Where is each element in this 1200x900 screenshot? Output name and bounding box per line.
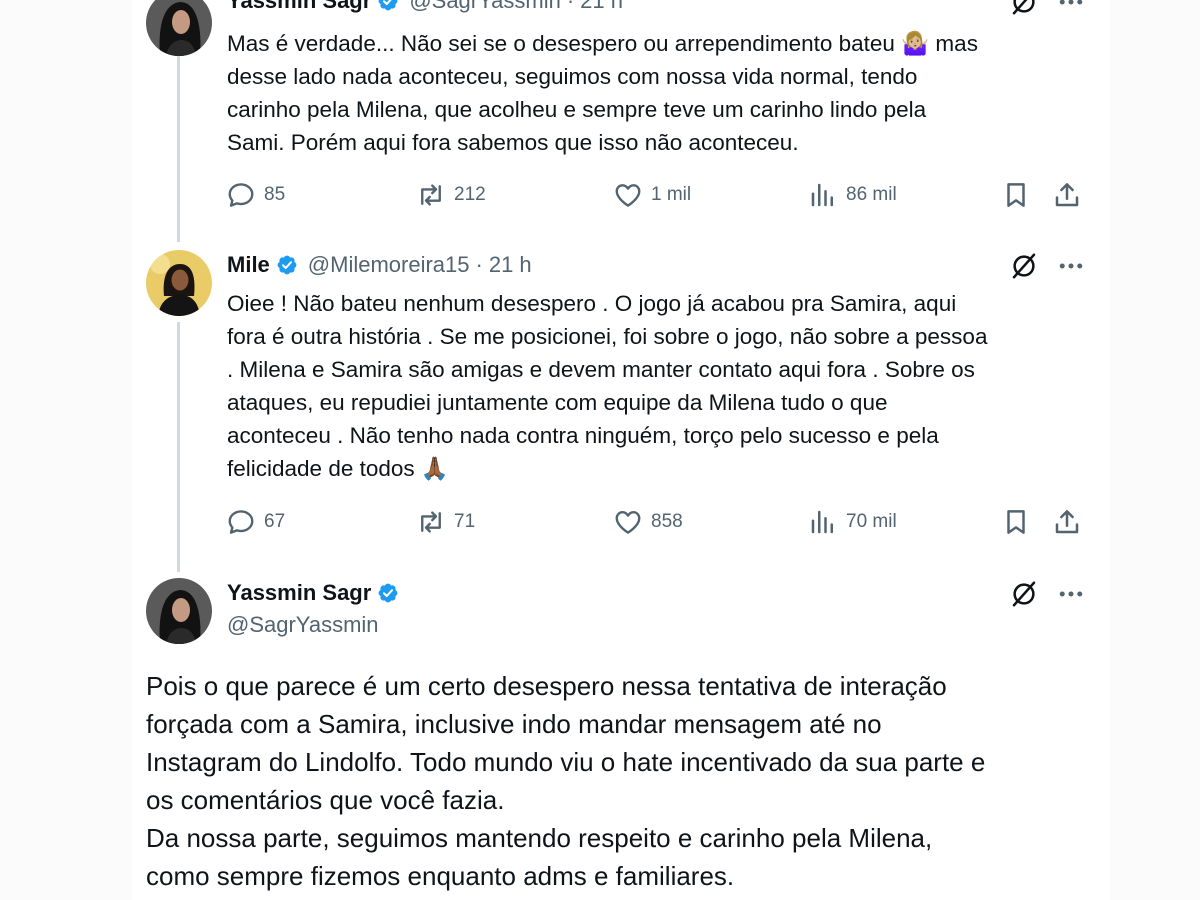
like-button[interactable]: 1 mil	[613, 180, 691, 210]
grok-icon[interactable]	[1009, 579, 1039, 609]
user-handle[interactable]: @Milemoreira15	[308, 252, 470, 278]
reply-count: 67	[264, 511, 286, 532]
reply-icon	[226, 180, 256, 210]
tweet-header: Mile @Milemoreira15 · 21 h	[227, 252, 532, 278]
timestamp[interactable]: 21 h	[580, 0, 623, 14]
thread-line	[177, 56, 180, 242]
like-button[interactable]: 858	[613, 507, 683, 537]
share-icon[interactable]	[1052, 180, 1082, 215]
repost-icon	[416, 507, 446, 537]
views-icon	[808, 507, 838, 537]
avatar-mile[interactable]	[146, 250, 212, 316]
like-icon	[613, 507, 643, 537]
grok-icon[interactable]	[1009, 0, 1039, 17]
more-icon[interactable]	[1056, 251, 1086, 281]
left-margin	[0, 0, 132, 900]
display-name[interactable]: Mile	[227, 252, 270, 278]
reply-icon	[226, 507, 256, 537]
share-icon[interactable]	[1052, 507, 1082, 542]
separator-dot: ·	[475, 252, 483, 277]
user-handle[interactable]: @SagrYassmin	[409, 0, 561, 14]
right-margin	[1110, 0, 1200, 900]
tweet-text: Mas é verdade... Não sei se o desespero …	[227, 31, 978, 155]
reply-button[interactable]: 85	[226, 180, 285, 210]
repost-button[interactable]: 212	[416, 180, 486, 210]
repost-count: 71	[454, 511, 476, 532]
repost-icon	[416, 180, 446, 210]
verified-badge-icon	[377, 582, 399, 604]
reply-count: 85	[264, 184, 286, 205]
user-handle[interactable]: @SagrYassmin	[227, 612, 379, 638]
views-count: 86 mil	[846, 184, 897, 205]
display-name[interactable]: Yassmin Sagr	[227, 0, 371, 14]
views-button[interactable]: 70 mil	[808, 507, 897, 537]
tweet-text: Pois o que parece é um certo desespero n…	[146, 671, 986, 891]
separator-dot: ·	[566, 0, 575, 13]
verified-badge-icon	[276, 254, 298, 276]
more-icon[interactable]	[1056, 0, 1086, 17]
tweet-text: Oiee ! Não bateu nenhum desespero . O jo…	[227, 291, 988, 481]
bookmark-icon[interactable]	[1001, 507, 1031, 542]
tweet-header: Yassmin Sagr @SagrYassmin · 21 h	[227, 0, 623, 14]
tweet-actions: 85 212 1 mil 86 mil	[226, 180, 1086, 212]
views-button[interactable]: 86 mil	[808, 180, 897, 210]
repost-button[interactable]: 71	[416, 507, 475, 537]
like-icon	[613, 180, 643, 210]
tweet-header: Yassmin Sagr	[227, 580, 399, 606]
timestamp[interactable]: 21 h	[489, 252, 532, 278]
avatar-yassmin[interactable]	[146, 0, 212, 56]
views-count: 70 mil	[846, 511, 897, 532]
display-name[interactable]: Yassmin Sagr	[227, 580, 371, 606]
more-icon[interactable]	[1056, 579, 1086, 609]
verified-badge-icon	[377, 0, 399, 12]
like-count: 1 mil	[651, 184, 692, 205]
views-icon	[808, 180, 838, 210]
avatar-yassmin[interactable]	[146, 578, 212, 644]
reply-button[interactable]: 67	[226, 507, 285, 537]
tweet-actions: 67 71 858 70 mil	[226, 507, 1086, 539]
like-count: 858	[651, 511, 683, 532]
bookmark-icon[interactable]	[1001, 180, 1031, 215]
repost-count: 212	[454, 184, 486, 205]
grok-icon[interactable]	[1009, 251, 1039, 281]
thread-line	[177, 322, 180, 572]
